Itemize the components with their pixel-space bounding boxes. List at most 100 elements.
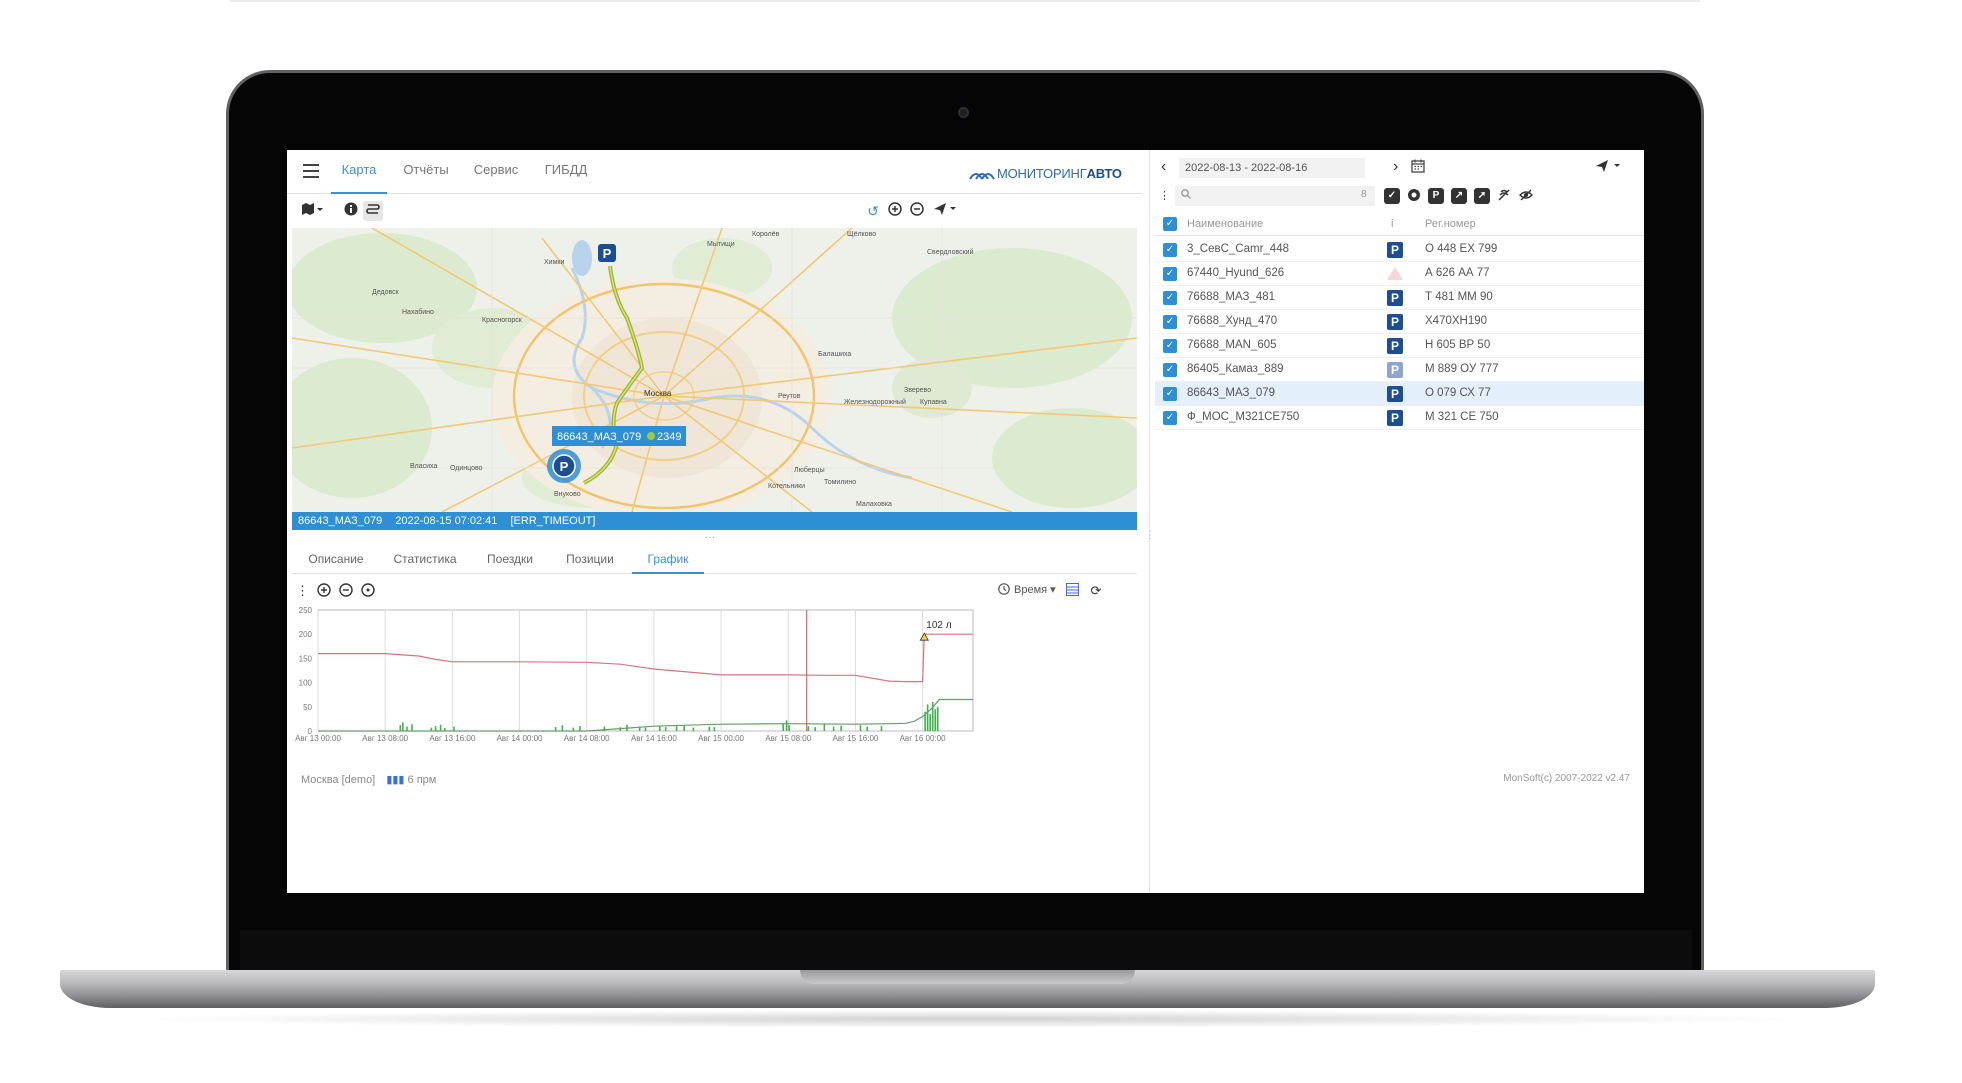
zoom-in-icon[interactable] — [885, 201, 905, 221]
tab-traffic-police[interactable]: ГИБДД — [541, 162, 591, 194]
vehicle-marker-icon[interactable]: P — [547, 449, 581, 483]
column-reg-header[interactable]: Рег.номер — [1425, 218, 1476, 230]
fuel-chart[interactable]: Авг 13 00:00 Авг 13 08:00 Авг 13 16:00 Авг … — [292, 606, 1137, 761]
row-checkbox[interactable]: ✓ — [1163, 411, 1177, 425]
row-checkbox[interactable]: ✓ — [1163, 315, 1177, 329]
map-label-kupavna: Купавна — [920, 399, 947, 406]
chart-zoom-out-icon[interactable] — [338, 583, 354, 599]
chart-reset-zoom-icon[interactable] — [360, 583, 376, 599]
logo-text-auto: АВТО — [1086, 166, 1122, 181]
vehicle-name: 76688_МАЗ_481 — [1187, 291, 1276, 303]
tab-service[interactable]: Сервис — [471, 162, 521, 194]
row-checkbox[interactable]: ✓ — [1163, 339, 1177, 353]
parking-marker-icon[interactable]: P — [598, 244, 616, 262]
vehicle-reg-number: М 889 ОУ 777 — [1425, 363, 1499, 375]
vehicle-row[interactable]: ✓ 76688_Хунд_470 P Х470ХН190 — [1155, 310, 1644, 334]
vehicle-map-value: 2349 — [657, 431, 681, 443]
right-panel: ‹ 2022-08-13 - 2022-08-16 › ⋮ 8 ✓ P ↗ ➚ — [1155, 150, 1644, 893]
vehicle-row[interactable]: ✓ 76688_MAN_605 P Н 605 ВР 50 — [1155, 334, 1644, 358]
tab-map[interactable]: Карта — [331, 162, 387, 194]
vehicle-row[interactable]: ✓ Ф_МОС_М321СЕ750 P М 321 СЕ 750 — [1155, 406, 1644, 430]
tab-trips[interactable]: Поездки — [480, 552, 540, 574]
info-icon[interactable] — [341, 201, 361, 221]
svg-text:P: P — [603, 246, 612, 261]
column-name-header[interactable]: Наименование — [1187, 218, 1263, 230]
map-layers-icon[interactable] — [299, 201, 325, 221]
top-divider — [230, 0, 1700, 2]
refresh-icon[interactable]: ⟳ — [1088, 583, 1104, 599]
filter-parking-alt-icon[interactable]: ↗ — [1451, 188, 1467, 204]
brand-logo: МОНИТОРИНГАВТО — [969, 166, 1122, 181]
next-date-icon[interactable]: › — [1393, 158, 1398, 176]
row-checkbox[interactable]: ✓ — [1163, 387, 1177, 401]
signal-icon: ▮▮▮ — [386, 774, 405, 786]
filter-no-signal-icon[interactable] — [1496, 188, 1512, 204]
parking-status-icon: P — [1387, 362, 1403, 378]
tab-chart[interactable]: График — [632, 552, 704, 574]
tab-description[interactable]: Описание — [304, 552, 368, 574]
x-tick-label: Авг 13 08:00 — [362, 734, 408, 743]
tab-reports[interactable]: Отчёты — [401, 162, 451, 194]
row-checkbox[interactable]: ✓ — [1163, 243, 1177, 257]
x-tick-label: Авг 15 08:00 — [765, 734, 811, 743]
filter-checked-icon[interactable]: ✓ — [1384, 188, 1400, 204]
column-info-header[interactable]: i — [1391, 218, 1393, 230]
filter-hidden-icon[interactable] — [1518, 188, 1534, 204]
laptop-bezel-bottom — [240, 930, 1692, 974]
select-all-checkbox[interactable]: ✓ — [1163, 217, 1177, 231]
prev-date-icon[interactable]: ‹ — [1161, 158, 1166, 176]
kebab-menu-icon[interactable]: ⋮ — [296, 583, 309, 599]
tab-statistics[interactable]: Статистика — [390, 552, 460, 574]
panel-divider — [1149, 150, 1150, 893]
vehicle-reg-number: Т 481 ММ 90 — [1425, 291, 1493, 303]
laptop-notch — [800, 970, 1135, 984]
region-label: Москва [demo] — [301, 774, 376, 786]
vehicle-row[interactable]: ✓ 86405_Камаз_889 P М 889 ОУ 777 — [1155, 358, 1644, 382]
undo-icon[interactable]: ↺ — [863, 201, 883, 221]
tab-positions[interactable]: Позиции — [560, 552, 620, 574]
filter-stopped-icon[interactable] — [1406, 188, 1422, 204]
parking-status-icon: P — [1387, 290, 1403, 306]
vehicle-list-header: ✓ Наименование i Рег.номер — [1155, 212, 1644, 236]
vertical-splitter-handle[interactable]: ⋮ — [1145, 530, 1155, 541]
time-axis-select[interactable]: Время ▾ — [998, 583, 1056, 596]
send-location-icon[interactable] — [931, 201, 959, 221]
logo-text-monitoring: МОНИТОРИНГ — [997, 166, 1087, 181]
chart-zoom-in-icon[interactable] — [316, 583, 332, 599]
laptop-shadow — [120, 1010, 1820, 1028]
vehicle-row[interactable]: ✓ 67440_Hyund_626 А 626 АА 77 — [1155, 262, 1644, 286]
y-tick-label: 250 — [299, 606, 313, 615]
row-checkbox[interactable]: ✓ — [1163, 267, 1177, 281]
parking-status-icon: P — [1387, 314, 1403, 330]
table-view-icon[interactable] — [1064, 583, 1080, 599]
chart-svg: Авг 13 00:00 Авг 13 08:00 Авг 13 16:00 Авг … — [295, 606, 974, 743]
y-tick-label: 150 — [299, 654, 313, 663]
x-tick-label: Авг 13 00:00 — [295, 734, 341, 743]
time-axis-label: Время — [1014, 584, 1048, 596]
left-panel: Карта Отчёты Сервис ГИБДД МОНИТОРИНГАВТО — [287, 150, 1142, 893]
vehicle-name: 76688_MAN_605 — [1187, 339, 1277, 351]
date-range-field[interactable]: 2022-08-13 - 2022-08-16 — [1179, 158, 1365, 178]
filter-parking-icon[interactable]: P — [1428, 188, 1444, 204]
filter-moving-icon[interactable]: ➚ — [1474, 188, 1490, 204]
send-icon[interactable] — [1595, 159, 1621, 176]
zoom-out-icon[interactable] — [907, 201, 927, 221]
y-tick-label: 50 — [303, 703, 312, 712]
vehicle-reg-number: О 079 СХ 77 — [1425, 387, 1491, 399]
list-kebab-icon[interactable]: ⋮ — [1159, 188, 1170, 204]
parking-status-icon: P — [1387, 242, 1403, 258]
clock-icon — [998, 583, 1010, 595]
row-checkbox[interactable]: ✓ — [1163, 363, 1177, 377]
map-label-korolev: Королёв — [752, 231, 780, 238]
vehicle-row[interactable]: ✓ 76688_МАЗ_481 P Т 481 ММ 90 — [1155, 286, 1644, 310]
calendar-icon[interactable] — [1411, 159, 1425, 176]
detail-tabs: Описание Статистика Поездки Позиции Граф… — [292, 542, 1137, 574]
map-view[interactable]: Королёв Щёлково Химки Мытищи Свердловски… — [292, 228, 1137, 512]
vehicle-row[interactable]: ✓ 86643_МАЗ_079 P О 079 СХ 77 — [1155, 382, 1644, 406]
vehicle-row[interactable]: ✓ 3_СевС_Camr_448 P О 448 ЕХ 799 — [1155, 238, 1644, 262]
search-input[interactable] — [1175, 186, 1375, 206]
hamburger-menu-icon[interactable] — [303, 164, 319, 180]
route-icon[interactable] — [363, 201, 383, 221]
row-checkbox[interactable]: ✓ — [1163, 291, 1177, 305]
map-label-krasnogorsk: Красногорск — [482, 317, 523, 324]
